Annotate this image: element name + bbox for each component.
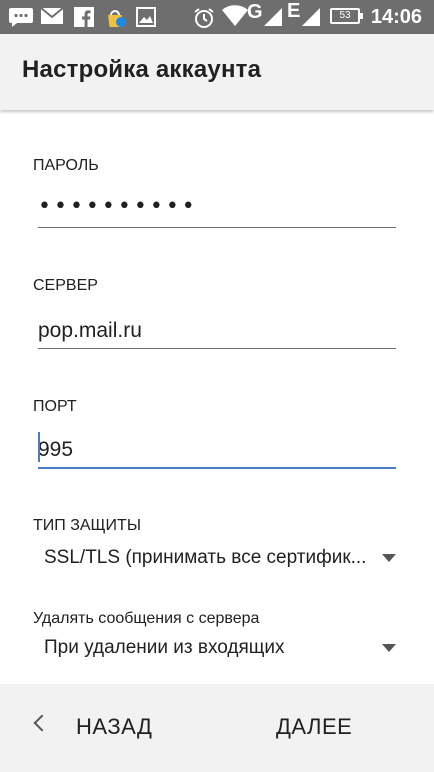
delete-select[interactable]: При удалении из входящих (30, 630, 404, 666)
dropdown-arrow-icon (382, 644, 396, 652)
page-title: Настройка аккаунта (22, 56, 262, 83)
clock: 14:06 (370, 6, 422, 28)
wifi-icon (222, 5, 248, 27)
password-label: ПАРОЛЬ (33, 157, 99, 174)
network-g-label: G (247, 1, 263, 23)
security-select[interactable]: SSL/TLS (принимать все сертифик... (30, 540, 404, 576)
next-button[interactable]: ДАЛЕЕ (262, 698, 372, 754)
facebook-icon (74, 7, 94, 27)
password-value: •••••••••• (38, 194, 198, 219)
back-label: НАЗАД (76, 714, 153, 739)
signal-icon (302, 8, 320, 26)
back-button[interactable]: НАЗАД (20, 698, 160, 754)
server-label: СЕРВЕР (33, 277, 98, 294)
app-bar: Настройка аккаунта (0, 34, 434, 110)
battery-indicator: 53 (330, 8, 363, 24)
alarm-icon (194, 8, 214, 28)
app-icon (108, 10, 126, 27)
chat-icon (9, 8, 33, 27)
text-cursor (38, 432, 40, 462)
security-value: SSL/TLS (принимать все сертифик... (44, 547, 367, 568)
security-label: ТИП ЗАЩИТЫ (33, 517, 141, 534)
password-field[interactable]: •••••••••• (38, 192, 396, 228)
mail-icon (40, 7, 64, 24)
network-e-label: E (287, 0, 301, 22)
server-input[interactable] (38, 313, 396, 349)
bottom-bar: НАЗАД ДАЛЕЕ (0, 684, 434, 772)
delete-label: Удалять сообщения с сервера (33, 610, 260, 627)
chevron-left-icon (33, 714, 51, 732)
port-input[interactable] (38, 433, 396, 469)
dropdown-arrow-icon (382, 554, 396, 562)
status-bar: G E 53 14:06 (0, 0, 434, 34)
port-label: ПОРТ (33, 398, 77, 415)
next-label: ДАЛЕЕ (276, 714, 353, 739)
signal-icon (264, 8, 282, 26)
delete-value: При удалении из входящих (44, 637, 285, 658)
image-icon (136, 7, 156, 27)
